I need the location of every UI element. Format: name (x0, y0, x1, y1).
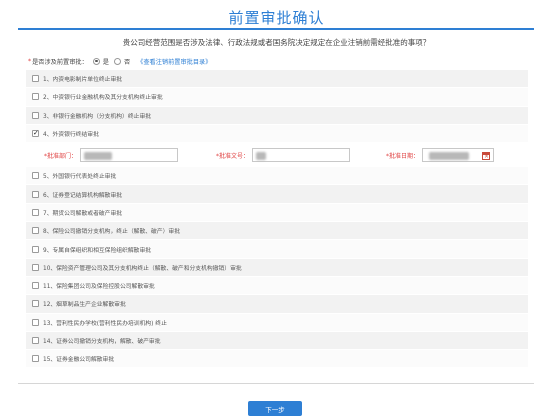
date-label: *批准日期： (386, 152, 420, 160)
item-checkbox[interactable] (32, 227, 39, 235)
item-label: 15、证券金融公司解散审批 (43, 357, 115, 364)
required-mark: * (28, 57, 32, 65)
item-label: 10、保险资产管理公司及其分支机构终止（解散、破产和分支机构撤销）审批 (43, 265, 242, 272)
list-item[interactable]: 12、烟草制品生产企业解散审批 (26, 295, 528, 314)
item-checkbox[interactable] (32, 282, 39, 290)
list-item[interactable]: 11、保险集团公司及保险控股公司解散审批 (26, 276, 528, 296)
item-checkbox[interactable] (32, 208, 39, 216)
list-item[interactable]: 2、中资银行业金融机构及其分支机构终止审批 (26, 88, 528, 107)
item-label: 14、证券公司撤销分支机构，解散、破产审批 (43, 339, 161, 345)
item-label: 3、非银行金融机构（分支机构）终止审批 (43, 113, 152, 120)
list-item[interactable]: 4、外资银行终结审批 (26, 124, 528, 144)
department-input[interactable] (80, 148, 179, 163)
approval-items-list: 1、内资电影制片单位终止审批 2、中资银行业金融机构及其分支机构终止审批 3、非… (26, 70, 528, 369)
catalog-link[interactable]: 《查看注销前置审批目录》 (137, 57, 211, 66)
date-field: *批准日期： (386, 148, 495, 163)
item-checkbox[interactable] (32, 172, 39, 180)
list-item[interactable]: 8、保险公司撤销分支机构，终止（解散、破产）审批 (26, 222, 528, 241)
radio-no-label[interactable]: 否 (124, 57, 130, 66)
list-item[interactable]: 6、证券登记结算机构解散审批 (26, 185, 528, 204)
calendar-icon[interactable] (482, 152, 491, 161)
item-label: 7、期货公司解散或者破产审批 (43, 210, 123, 217)
page-title: 前置审批确认 (228, 9, 325, 27)
redacted-value (256, 152, 267, 161)
footer-divider (18, 383, 534, 384)
doc-no-input[interactable] (252, 148, 351, 163)
item-checkbox[interactable] (32, 245, 39, 253)
item-label: 1、内资电影制片单位终止审批 (43, 77, 123, 84)
list-item[interactable]: 13、营利性民办学校(营利性民办培训机构) 终止 (26, 313, 528, 332)
list-item[interactable]: 3、非银行金融机构（分支机构）终止审批 (26, 106, 528, 125)
item-checkbox[interactable] (32, 337, 39, 344)
radio-no[interactable] (113, 57, 121, 65)
item-label: 8、保险公司撤销分支机构，终止（解散、破产）审批 (43, 229, 181, 236)
item-label: 6、证券登记结算机构解散审批 (43, 192, 123, 199)
item-label: 13、营利性民办学校(营利性民办培训机构) 终止 (43, 320, 167, 327)
doc-no-field: *批准文号： (216, 148, 351, 163)
item-label: 11、保险集团公司及保险控股公司解散审批 (43, 284, 155, 291)
item-label: 4、外资银行终结审批 (43, 132, 99, 139)
department-field: *批准部门： (44, 148, 179, 163)
list-item[interactable]: 14、证券公司撤销分支机构，解散、破产审批 (26, 331, 528, 351)
doc-no-label: *批准文号： (216, 152, 250, 160)
radio-yes[interactable] (92, 57, 100, 65)
item-checkbox[interactable] (32, 318, 39, 326)
item-label: 12、烟草制品生产企业解散审批 (43, 302, 126, 309)
item-label: 5、外国银行代表处终止审批 (43, 174, 117, 181)
approval-detail-fields: *批准部门： *批准文号： *批准日期： (26, 143, 528, 168)
item-checkbox[interactable] (32, 75, 39, 83)
item-label: 9、专属自保组织和相互保险组织解散审批 (43, 247, 152, 254)
list-item[interactable]: 5、外国银行代表处终止审批 (26, 167, 528, 186)
list-item[interactable]: 9、专属自保组织和相互保险组织解散审批 (26, 240, 528, 259)
redacted-value (84, 152, 113, 161)
date-input[interactable] (422, 148, 495, 163)
item-checkbox[interactable] (32, 129, 39, 138)
item-checkbox[interactable] (32, 263, 39, 271)
title-divider (18, 28, 534, 30)
item-checkbox[interactable] (32, 190, 39, 198)
item-checkbox[interactable] (32, 93, 39, 101)
redacted-value (429, 152, 470, 161)
item-checkbox[interactable] (32, 111, 39, 119)
item-checkbox[interactable] (32, 355, 39, 363)
department-label: *批准部门： (44, 152, 78, 160)
approval-label: 是否涉及前置审批： (32, 58, 88, 66)
radio-yes-label[interactable]: 是 (103, 57, 109, 66)
list-item[interactable]: 15、证券金融公司解散审批 (26, 350, 528, 369)
list-item[interactable]: 1、内资电影制片单位终止审批 (26, 70, 528, 89)
approval-radio-group: * 是否涉及前置审批： 是 否 《查看注销前置审批目录》 (28, 55, 211, 67)
approval-question: 贵公司经营范围是否涉及法律、行政法规或者国务院决定规定在企业注销前需经批准的事项… (122, 38, 431, 47)
item-label: 2、中资银行业金融机构及其分支机构终止审批 (43, 95, 163, 102)
next-step-button[interactable]: 下一步 (248, 401, 302, 416)
item-checkbox[interactable] (32, 300, 39, 308)
list-item[interactable]: 10、保险资产管理公司及其分支机构终止（解散、破产和分支机构撤销）审批 (26, 258, 528, 277)
list-item[interactable]: 7、期货公司解散或者破产审批 (26, 203, 528, 223)
